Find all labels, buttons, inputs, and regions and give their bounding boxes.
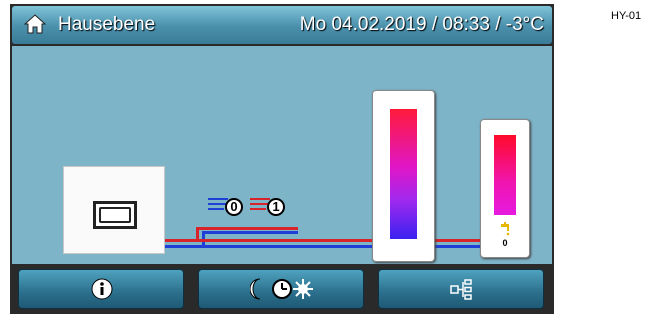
info-button[interactable] [18,269,184,309]
model-label: HY-01 [611,10,642,22]
circuit-value-badge: 0 [225,198,243,216]
return-pipe-dhw [433,245,480,248]
header-bar: Hausebene Mo 04.02.2019 / 08:33 / -3°C [12,6,552,44]
storage-temperature-gradient [390,109,417,239]
home-icon[interactable] [24,14,46,34]
footer-toolbar [12,266,552,312]
dhw-temperature-gradient [494,135,516,215]
date-time-temperature: Mo 04.02.2019 / 08:33 / -3°C [299,14,544,35]
flow-pipe-dhw [433,239,480,242]
buffer-storage-tank[interactable] [372,90,435,262]
page-title: Hausebene [58,14,156,35]
boiler-unit[interactable] [63,166,165,254]
night-clock-sun-icon [250,278,313,300]
hydraulic-scheme-button[interactable] [378,269,544,309]
time-program-button[interactable] [198,269,364,309]
return-pipe-circuits [202,231,298,234]
flow-pipe-boiler [163,239,196,242]
info-icon [91,278,113,300]
flow-pipe-storage [196,239,372,242]
dhw-value: 0 [502,238,508,248]
touch-display: Hausebene Mo 04.02.2019 / 08:33 / -3°C 0 [10,4,554,314]
tap-icon [501,222,510,236]
flow-pipe-circuits [196,227,298,230]
house-overview: 0 1 0 [12,46,552,264]
circuit-value-badge: 1 [267,198,285,216]
hydraulic-scheme-icon [450,279,472,300]
hot-water-tank[interactable]: 0 [480,119,530,258]
boiler-display-icon [93,201,137,229]
return-pipe-boiler [163,245,372,248]
